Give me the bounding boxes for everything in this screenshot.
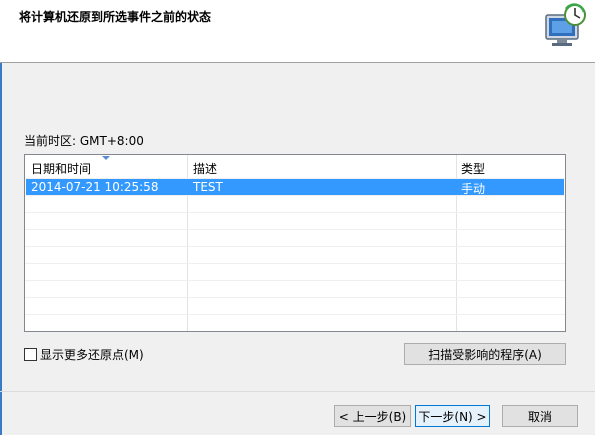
- cell-type: 手动: [461, 182, 486, 196]
- cancel-button[interactable]: 取消: [502, 405, 578, 427]
- list-header: 日期和时间 描述 类型: [25, 155, 565, 178]
- next-button[interactable]: 下一步(N) >: [415, 405, 490, 427]
- column-header-datetime[interactable]: 日期和时间: [31, 160, 91, 177]
- window-edge: [0, 0, 2, 435]
- column-header-description[interactable]: 描述: [193, 160, 217, 177]
- back-button[interactable]: < 上一步(B): [334, 405, 411, 427]
- restore-point-list[interactable]: 日期和时间 描述 类型 2014-07-21 10:25:58 TEST 手动: [24, 154, 566, 332]
- show-more-checkbox-group[interactable]: 显示更多还原点(M): [24, 346, 144, 363]
- row-divider: [25, 212, 565, 213]
- show-more-checkbox[interactable]: [24, 348, 37, 361]
- row-divider: [25, 263, 565, 264]
- scan-affected-programs-button[interactable]: 扫描受影响的程序(A): [404, 343, 566, 365]
- row-divider: [25, 280, 565, 281]
- header-panel: 将计算机还原到所选事件之前的状态: [0, 0, 595, 63]
- row-divider: [25, 314, 565, 315]
- footer-divider: [0, 391, 595, 392]
- page-title: 将计算机还原到所选事件之前的状态: [19, 10, 212, 24]
- column-header-type[interactable]: 类型: [461, 160, 485, 177]
- show-more-label: 显示更多还原点(M): [40, 348, 144, 362]
- row-divider: [25, 229, 565, 230]
- system-restore-monitor-icon: [545, 3, 586, 46]
- row-divider: [25, 297, 565, 298]
- cell-datetime: 2014-07-21 10:25:58: [31, 180, 159, 194]
- sort-descending-icon: [102, 156, 110, 160]
- table-row-selected[interactable]: 2014-07-21 10:25:58 TEST 手动: [26, 179, 564, 196]
- timezone-label: 当前时区: GMT+8:00: [24, 134, 144, 148]
- row-divider: [25, 246, 565, 247]
- cell-description: TEST: [193, 180, 223, 194]
